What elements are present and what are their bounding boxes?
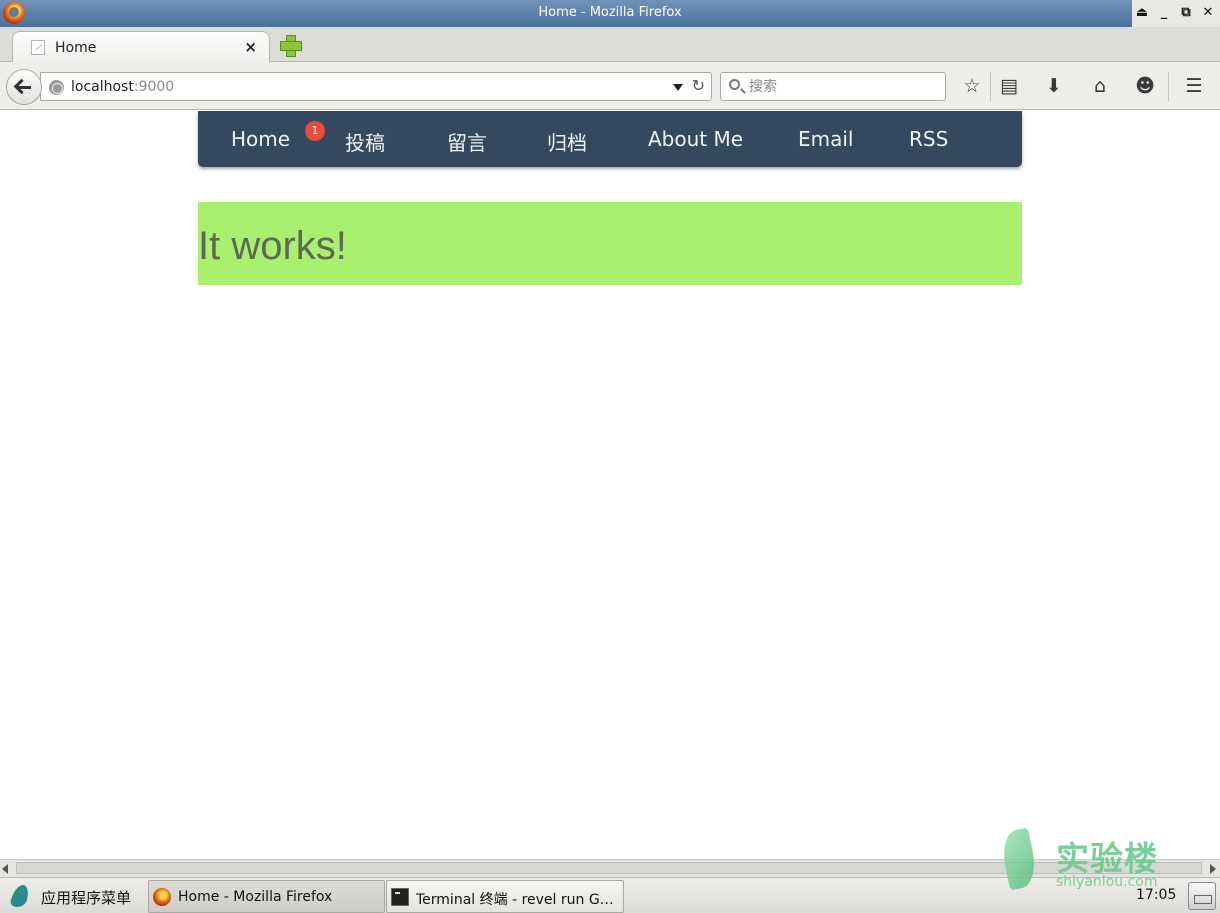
navigation-toolbar: localhost:9000 ↻ ☆ ▤ ⬇ ⌂ ☻ ☰ <box>0 62 1220 110</box>
terminal-icon <box>391 888 409 906</box>
tab-strip: Home × <box>0 27 1220 63</box>
page-viewport: Home 1 投稿 留言 归档 About Me Email RSS It wo… <box>0 111 1220 859</box>
close-window-icon[interactable]: ✕ <box>1200 4 1216 22</box>
url-port: :9000 <box>133 79 175 95</box>
window-title: Home - Mozilla Firefox <box>538 5 682 20</box>
tab-label: Home <box>55 40 97 56</box>
bookmarks-menu-icon[interactable]: ▤ <box>997 74 1021 98</box>
nav-link-about-me[interactable]: About Me <box>648 127 743 151</box>
desktop-taskbar: 应用程序菜单 Home - Mozilla Firefox Terminal 终… <box>0 877 1220 913</box>
search-input[interactable] <box>749 77 939 97</box>
url-text[interactable]: localhost:9000 <box>71 79 174 95</box>
app-menu-label[interactable]: 应用程序菜单 <box>41 887 131 908</box>
search-bar[interactable] <box>720 72 946 101</box>
scrollbar-thumb[interactable] <box>16 862 1202 874</box>
site-navbar: Home 1 投稿 留言 归档 About Me Email RSS <box>198 111 1022 167</box>
home-icon[interactable]: ⌂ <box>1088 74 1112 98</box>
nav-link-guestbook[interactable]: 留言 <box>447 127 487 156</box>
app-menu-icon[interactable] <box>9 885 31 907</box>
tab-home[interactable]: Home × <box>12 31 270 63</box>
hamburger-menu-icon[interactable]: ☰ <box>1182 74 1206 98</box>
nav-link-rss[interactable]: RSS <box>909 127 948 151</box>
horizontal-scrollbar[interactable] <box>0 859 1220 877</box>
toolbar-separator <box>990 72 991 102</box>
shade-window-icon[interactable]: ⏏ <box>1134 4 1150 22</box>
task-button-firefox[interactable]: Home - Mozilla Firefox <box>148 880 385 913</box>
chat-icon[interactable]: ☻ <box>1133 74 1157 98</box>
page-favicon-icon <box>31 40 45 55</box>
nav-link-submit[interactable]: 投稿 <box>345 127 385 156</box>
reload-icon[interactable]: ↻ <box>692 76 705 95</box>
task-button-terminal[interactable]: Terminal 终端 - revel run G… <box>386 880 624 913</box>
nav-link-email[interactable]: Email <box>798 127 854 151</box>
nav-link-home[interactable]: Home <box>231 127 290 151</box>
nav-link-archive[interactable]: 归档 <box>547 127 587 156</box>
window-titlebar: Home - Mozilla Firefox ⏏ _ ⧉ ✕ <box>0 0 1220 27</box>
scroll-right-icon[interactable] <box>1210 864 1216 874</box>
firefox-icon <box>153 888 171 906</box>
tab-close-icon[interactable]: × <box>244 38 257 56</box>
hero-banner: It works! <box>198 202 1022 285</box>
notification-badge: 1 <box>305 121 325 141</box>
task-label: Terminal 终端 - revel run G… <box>416 892 614 908</box>
task-label: Home - Mozilla Firefox <box>178 889 333 905</box>
bookmark-star-icon[interactable]: ☆ <box>960 74 984 98</box>
toolbar-separator <box>1168 72 1169 102</box>
new-tab-icon[interactable] <box>280 35 302 57</box>
hero-heading: It works! <box>198 224 347 268</box>
address-bar[interactable]: localhost:9000 ↻ <box>40 72 712 101</box>
downloads-icon[interactable]: ⬇ <box>1042 74 1066 98</box>
window-controls: ⏏ _ ⧉ ✕ <box>1132 0 1220 27</box>
maximize-window-icon[interactable]: ⧉ <box>1178 4 1194 22</box>
url-host: localhost <box>71 79 134 95</box>
url-history-dropdown-icon[interactable] <box>673 84 683 91</box>
keyboard-tray-icon[interactable] <box>1188 882 1216 910</box>
clock[interactable]: 17:05 <box>1136 887 1176 903</box>
site-identity-globe-icon[interactable] <box>49 80 64 95</box>
back-button[interactable] <box>6 69 42 105</box>
minimize-window-icon[interactable]: _ <box>1156 4 1172 22</box>
scroll-left-icon[interactable] <box>2 864 8 874</box>
search-icon <box>729 79 740 90</box>
